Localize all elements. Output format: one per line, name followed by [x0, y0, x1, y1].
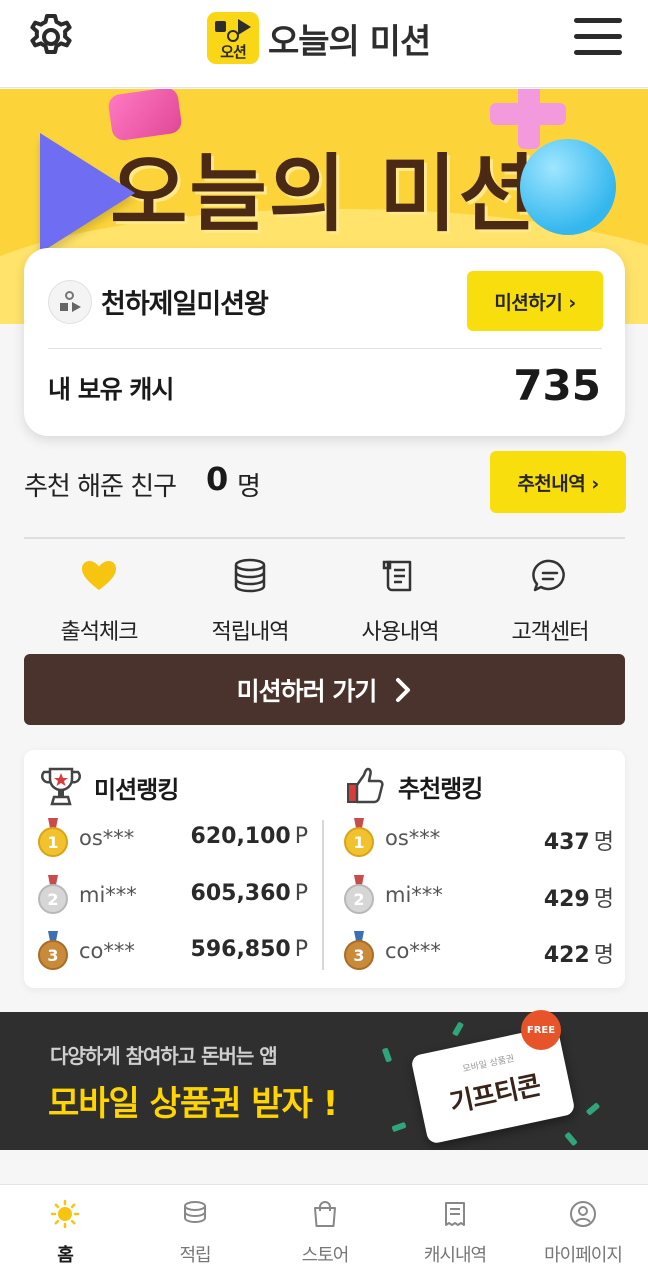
bronze-medal-icon: 3 — [344, 931, 374, 970]
gold-medal-icon: 1 — [344, 818, 374, 857]
ranking-user: co*** — [79, 939, 135, 963]
ranking-row: 2 mi*** 605,360 P — [38, 875, 308, 915]
divider — [322, 820, 324, 970]
receipt-icon — [445, 1202, 465, 1226]
coin-stack-icon — [184, 1201, 206, 1224]
nav-cash-history[interactable]: 캐시내역 — [390, 1199, 520, 1265]
gold-medal-icon: 1 — [38, 818, 68, 857]
nav-label: 적립 — [179, 1245, 211, 1265]
nickname: 천하제일미션왕 — [101, 289, 269, 320]
decorative-ball — [520, 139, 616, 235]
referral-count: 0 — [206, 460, 229, 498]
svg-text:2: 2 — [353, 890, 364, 909]
trophy-icon — [41, 767, 81, 806]
logo-text: 오늘의 미션 — [268, 21, 431, 62]
ranking-score: 605,360 P — [190, 881, 308, 906]
free-badge: FREE — [521, 1010, 561, 1050]
user-circle-icon — [570, 1201, 596, 1227]
ranking-user: os*** — [79, 826, 135, 850]
nav-store[interactable]: 스토어 — [260, 1199, 390, 1265]
go-mission-button[interactable]: 미션하러 가기 — [24, 654, 625, 725]
ranking-row: 1 os*** 620,100 P — [38, 818, 308, 858]
logo-mark-text: 오션 — [220, 43, 247, 61]
app-logo[interactable]: 오션 오늘의 미션 — [207, 12, 431, 64]
divider — [48, 348, 602, 349]
top-bar: 오션 오늘의 미션 — [0, 0, 648, 88]
ranking-card: 미션랭킹 1 os*** 620,100 P 2 mi*** 605,360 P 3… — [24, 750, 625, 988]
banner-subtitle: 다양하게 참여하고 돈버는 앱 — [50, 1044, 278, 1068]
ranking-user: os*** — [385, 826, 441, 850]
svg-text:1: 1 — [47, 833, 58, 852]
ranking-row: 3 co*** 422 명 — [344, 931, 614, 971]
ranking-row: 2 mi*** 429 명 — [344, 875, 614, 915]
heart-icon — [82, 561, 116, 590]
nav-label: 마이페이지 — [544, 1245, 623, 1265]
chat-icon — [532, 559, 565, 592]
ranking-row: 1 os*** 437 명 — [344, 818, 614, 858]
mission-ranking: 미션랭킹 1 os*** 620,100 P 2 mi*** 605,360 P 3… — [24, 750, 324, 988]
ranking-score: 437 명 — [543, 830, 614, 855]
quick-label: 고객센터 — [511, 620, 590, 645]
svg-text:3: 3 — [47, 946, 58, 965]
cash-label: 내 보유 캐시 — [48, 375, 174, 404]
play-shape-icon — [40, 133, 135, 253]
quick-use-history[interactable]: 사용내역 — [325, 556, 475, 646]
referral-history-button[interactable]: 추천내역 › — [490, 451, 626, 513]
mission-ranking-title: 미션랭킹 — [94, 775, 179, 804]
referral-ranking: 추천랭킹 1 os*** 437 명 2 mi*** 429 명 3 co*** 4… — [330, 750, 625, 988]
referral-unit: 명 — [237, 472, 261, 502]
svg-text:2: 2 — [47, 890, 58, 909]
gear-icon[interactable] — [26, 12, 76, 62]
avatar[interactable] — [48, 280, 92, 324]
receipt-icon — [382, 560, 412, 592]
nav-label: 캐시내역 — [423, 1245, 487, 1265]
nav-label: 홈 — [57, 1245, 74, 1265]
chevron-right-icon — [396, 677, 411, 702]
quick-label: 출석체크 — [60, 620, 139, 645]
referral-ranking-title: 추천랭킹 — [398, 774, 483, 803]
ranking-user: mi*** — [79, 883, 137, 907]
go-mission-label: 미션하러 가기 — [236, 676, 378, 706]
ranking-score: 620,100 P — [190, 824, 308, 849]
ranking-score: 596,850 P — [190, 937, 308, 962]
silver-medal-icon: 2 — [344, 875, 374, 914]
svg-text:3: 3 — [353, 946, 364, 965]
quick-attendance[interactable]: 출석체크 — [24, 556, 174, 646]
banner-title: 모바일 상품권 받자 ! — [48, 1084, 338, 1124]
logo-mark: 오션 — [207, 12, 259, 64]
bottom-nav: 홈 적립 스토어 캐시내역 마이페이지 — [0, 1184, 648, 1265]
sun-icon — [50, 1199, 80, 1229]
ranking-score: 429 명 — [543, 887, 614, 912]
bronze-medal-icon: 3 — [38, 931, 68, 970]
svg-text:1: 1 — [353, 833, 364, 852]
profile-card: 천하제일미션왕 미션하기 › 내 보유 캐시 735 — [24, 248, 625, 436]
ranking-score: 422 명 — [543, 943, 614, 968]
nav-my-page[interactable]: 마이페이지 — [518, 1199, 648, 1265]
ranking-row: 3 co*** 596,850 P — [38, 931, 308, 971]
quick-label: 적립내역 — [211, 620, 290, 645]
quick-customer-center[interactable]: 고객센터 — [475, 556, 625, 646]
quick-earn-history[interactable]: 적립내역 — [175, 556, 325, 646]
shopping-bag-icon — [314, 1201, 336, 1227]
thumbs-up-icon — [347, 767, 384, 804]
coin-stack-icon — [234, 558, 266, 593]
divider — [24, 537, 625, 539]
menu-icon[interactable] — [574, 18, 622, 58]
nav-label: 스토어 — [301, 1245, 350, 1265]
nav-home[interactable]: 홈 — [0, 1199, 130, 1265]
ranking-user: co*** — [385, 939, 441, 963]
mission-button[interactable]: 미션하기 › — [467, 271, 603, 331]
nav-earn[interactable]: 적립 — [130, 1199, 260, 1265]
referral-label: 추천 해준 친구 — [24, 472, 177, 502]
ranking-user: mi*** — [385, 883, 443, 907]
silver-medal-icon: 2 — [38, 875, 68, 914]
cash-value: 735 — [513, 361, 601, 410]
quick-label: 사용내역 — [361, 620, 440, 645]
